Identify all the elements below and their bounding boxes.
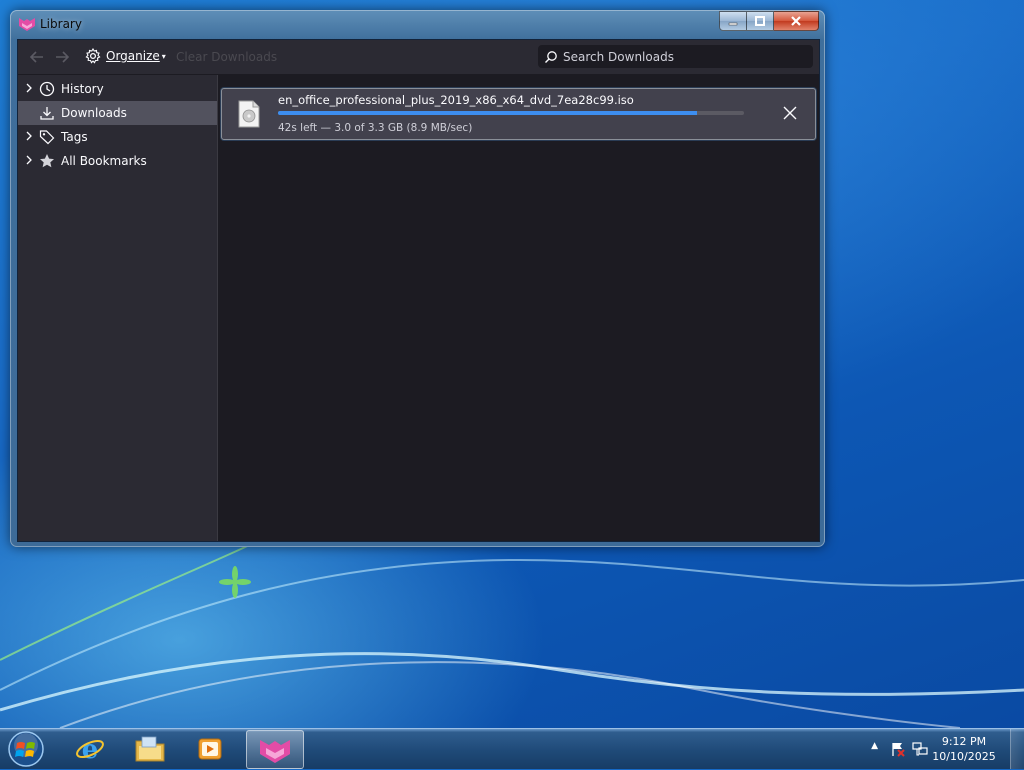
forward-button[interactable] (54, 49, 70, 68)
show-desktop-button[interactable] (1010, 729, 1024, 769)
organize-label: Organize (106, 49, 160, 63)
download-filename: en_office_professional_plus_2019_x86_x64… (278, 93, 634, 107)
download-progress-bar (278, 111, 744, 115)
taskbar-media-player[interactable] (182, 730, 238, 767)
caption-buttons (719, 11, 819, 31)
chevron-right-icon[interactable] (22, 155, 36, 168)
clock-icon (39, 81, 55, 97)
chevron-right-icon[interactable] (22, 131, 36, 144)
organize-menu-button[interactable]: Organize ▾ (85, 48, 166, 64)
clock-date: 10/10/2025 (932, 750, 996, 763)
download-status: 42s left — 3.0 of 3.3 GB (8.9 MB/sec) (278, 122, 473, 134)
sidebar-item-label: All Bookmarks (61, 154, 147, 168)
sidebar-item-label: Tags (61, 130, 88, 144)
search-input[interactable] (563, 49, 803, 64)
close-icon (791, 16, 801, 26)
cancel-download-button[interactable] (781, 104, 799, 122)
file-explorer-icon (135, 736, 165, 761)
media-player-icon (198, 738, 222, 759)
taskbar-library-app[interactable] (246, 730, 304, 769)
disc-image-file-icon (237, 100, 261, 128)
show-hidden-icons-button[interactable]: ▲ (871, 741, 878, 751)
gear-icon (85, 48, 101, 64)
taskbar-internet-explorer[interactable]: e (62, 730, 118, 767)
downloads-list: en_office_professional_plus_2019_x86_x64… (218, 75, 819, 541)
download-progress-fill (278, 111, 698, 115)
download-item[interactable]: en_office_professional_plus_2019_x86_x64… (221, 88, 816, 140)
search-box[interactable] (538, 45, 813, 68)
library-toolbar: Organize ▾ Clear Downloads (18, 40, 819, 74)
sidebar-item-label: Downloads (61, 106, 127, 120)
start-button[interactable] (6, 731, 46, 767)
minimize-icon (728, 22, 738, 26)
library-app-icon (260, 739, 290, 763)
arrow-right-icon (56, 51, 70, 63)
sidebar-item-downloads[interactable]: Downloads (18, 101, 217, 125)
minimize-button[interactable] (719, 11, 747, 31)
taskbar: e ▲ 9:12 PM 10/10/2025 (0, 728, 1024, 769)
library-app-icon (18, 16, 36, 32)
window-client-area: Organize ▾ Clear Downloads Search Downlo… (17, 39, 820, 542)
library-sidebar: History Downloads Tags All Bookmarks (18, 75, 218, 541)
window-titlebar[interactable]: Library (10, 10, 825, 38)
svg-text:e: e (82, 735, 99, 764)
search-icon (545, 50, 557, 63)
maximize-icon (755, 16, 765, 26)
internet-explorer-icon: e (76, 735, 104, 764)
sidebar-item-all-bookmarks[interactable]: All Bookmarks (18, 149, 217, 173)
windows-start-icon (8, 731, 44, 767)
library-window: Library Organize ▾ Clear Downloads Searc… (10, 10, 825, 547)
clock-time: 9:12 PM (941, 735, 987, 748)
close-button[interactable] (774, 11, 819, 31)
maximize-button[interactable] (747, 11, 774, 31)
taskbar-file-explorer[interactable] (122, 730, 178, 767)
sidebar-item-label: History (61, 82, 104, 96)
chevron-down-icon: ▾ (161, 51, 166, 61)
star-icon (39, 153, 55, 169)
tag-icon (39, 129, 55, 145)
close-icon (783, 106, 797, 120)
system-clock[interactable]: 9:12 PM 10/10/2025 (924, 734, 1004, 764)
sidebar-item-history[interactable]: History (18, 77, 217, 101)
download-icon (39, 105, 55, 121)
clear-downloads-button[interactable]: Clear Downloads (176, 50, 277, 64)
back-button[interactable] (29, 49, 45, 68)
sidebar-item-tags[interactable]: Tags (18, 125, 217, 149)
action-center-flag-icon[interactable] (890, 741, 906, 757)
chevron-right-icon[interactable] (22, 83, 36, 96)
window-title: Library (40, 17, 82, 31)
arrow-left-icon (29, 51, 43, 63)
